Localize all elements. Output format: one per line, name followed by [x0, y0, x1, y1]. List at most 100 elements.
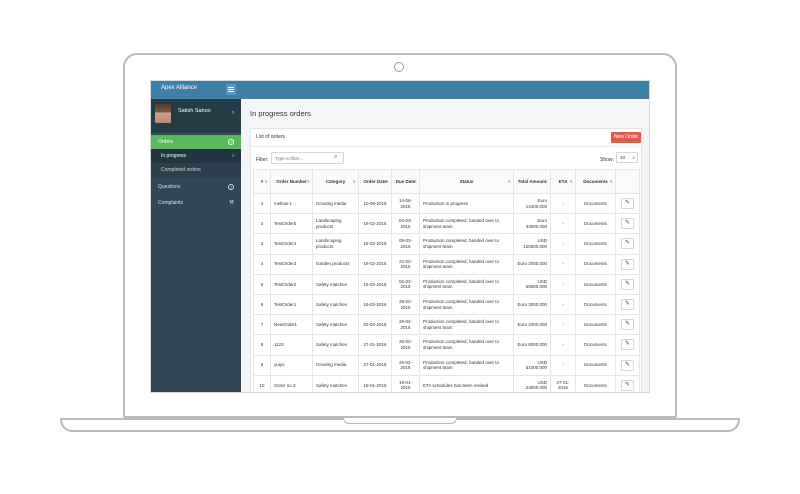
- status: Production completed, handed over to shi…: [419, 273, 514, 295]
- column-header[interactable]: ETA ⇅: [550, 169, 576, 194]
- laptop-notch: [343, 418, 457, 424]
- table-row[interactable]: 1 mellow-1 Growing media 10-06-2016 14-06-20…: [253, 192, 640, 215]
- documents-link[interactable]: Documents: [575, 213, 616, 235]
- table-row[interactable]: 6 TestOrder1 Safety matches 16-02-2016 29-02…: [253, 293, 640, 316]
- sidebar-item-complaints[interactable]: Complaints ⚒: [151, 196, 241, 210]
- documents-link[interactable]: Documents: [575, 192, 616, 215]
- sidebar-item-in-progress[interactable]: In progress ›: [151, 149, 241, 163]
- edit-pencil-icon[interactable]: ✎: [621, 198, 634, 210]
- sidebar-item-label: Completed orders: [161, 167, 201, 173]
- page-size-value: 10: [620, 155, 626, 160]
- edit-pencil-icon[interactable]: ✎: [621, 238, 634, 250]
- edit-pencil-icon[interactable]: ✎: [621, 359, 634, 371]
- documents-link[interactable]: Documents: [575, 354, 616, 376]
- user-profile[interactable]: Satish Sahoo ›: [151, 99, 241, 132]
- table-row[interactable]: 2 TestOrder5 Landscaping products 18-02-201…: [253, 213, 640, 235]
- status: Production completed, handed over to shi…: [419, 233, 514, 255]
- table-row[interactable]: 8 1123 Safety matches 27-01-2016 26-02-2016 P…: [253, 334, 640, 356]
- documents-link[interactable]: Documents: [575, 253, 616, 275]
- edit-pencil-icon[interactable]: ✎: [621, 319, 634, 331]
- eta: -: [550, 354, 576, 376]
- sidebar-item-label: Orders: [158, 139, 174, 145]
- actions-cell: ✎: [615, 192, 640, 215]
- order-date: 18-02-2016: [358, 233, 392, 255]
- documents-link[interactable]: Documents: [575, 314, 616, 336]
- status: Production completed, handed over to shi…: [419, 334, 514, 356]
- page-size-select[interactable]: 10 ∨: [616, 152, 638, 163]
- edit-pencil-icon[interactable]: ✎: [621, 299, 634, 311]
- sidebar-item-orders[interactable]: Orders ?: [151, 135, 241, 149]
- row-number: 7: [253, 314, 271, 336]
- actions-cell: ✎: [615, 354, 640, 376]
- edit-pencil-icon[interactable]: ✎: [621, 278, 634, 290]
- due-date: 22-02-2016: [391, 253, 420, 275]
- edit-pencil-icon[interactable]: ✎: [621, 258, 634, 270]
- sidebar-item-completed-orders[interactable]: Completed orders: [151, 163, 241, 177]
- column-header[interactable]: Documents ⇅: [575, 169, 616, 194]
- column-header[interactable]: Due Date ⇅: [391, 169, 420, 194]
- table-row[interactable]: 9 yuiyu Growing media 27-01-2016 25-02-2016 P…: [253, 354, 640, 376]
- order-number: 1123: [270, 334, 313, 356]
- column-header[interactable]: Order Date ⇅: [358, 169, 392, 194]
- row-number: 9: [253, 354, 271, 376]
- app-screen: Apex Alliance Satish Sahoo › Orders ? In…: [150, 80, 650, 393]
- hamburger-icon-line: [228, 91, 234, 92]
- documents-link[interactable]: Documents: [575, 233, 616, 255]
- category: Safety matches: [312, 273, 359, 295]
- camera-icon: [394, 62, 404, 72]
- new-order-button[interactable]: New Order: [611, 132, 641, 143]
- order-date: 27-01-2016: [358, 354, 392, 376]
- documents-link[interactable]: Documents: [575, 293, 616, 316]
- orders-table: # ⇅ Order Number ⇅ Category ⇅ Order Date ⇅ D…: [253, 169, 640, 392]
- row-number: 5: [253, 273, 271, 295]
- row-number: 3: [253, 233, 271, 255]
- due-date: 26-02-2016: [391, 334, 420, 356]
- due-date: 29-02-2016: [391, 314, 420, 336]
- menu-toggle-button[interactable]: [226, 84, 236, 95]
- table-row[interactable]: 10 Order no 3 Safety matches 18-01-2016 19-0…: [253, 374, 640, 392]
- total-amount: USD 23000.000: [513, 374, 551, 392]
- column-header[interactable]: Total Amount ⇅: [513, 169, 551, 194]
- order-number: TestOrder3: [270, 253, 313, 275]
- order-date: 18-02-2016: [358, 253, 392, 275]
- documents-link[interactable]: Documents: [575, 273, 616, 295]
- table-row[interactable]: 3 TestOrder4 Landscaping products 18-02-201…: [253, 233, 640, 255]
- eta: -: [550, 213, 576, 235]
- orders-table-body: 1 mellow-1 Growing media 10-06-2016 14-06-20…: [253, 192, 640, 392]
- column-header-actions: [615, 169, 640, 194]
- eta: -: [550, 192, 576, 215]
- table-row[interactable]: 5 TestOrder2 Safety matches 16-02-2016 02-03…: [253, 273, 640, 295]
- total-amount: USD 51000.000: [513, 354, 551, 376]
- row-number: 1: [253, 192, 271, 215]
- edit-pencil-icon[interactable]: ✎: [621, 339, 634, 351]
- documents-link[interactable]: Documents: [575, 374, 616, 392]
- column-header[interactable]: # ⇅: [253, 169, 271, 194]
- column-header-label: Order Date: [363, 178, 387, 184]
- edit-pencil-icon[interactable]: ✎: [621, 379, 634, 391]
- total-amount: Euro 2000.000: [513, 253, 551, 275]
- chevron-down-icon: ∨: [632, 155, 635, 160]
- category: Safety matches: [312, 374, 359, 392]
- sidebar-item-label: In progress: [161, 153, 187, 159]
- search-icon[interactable]: ⌕: [334, 154, 337, 161]
- wrench-icon: ⚒: [229, 200, 234, 206]
- category: Safety matches: [312, 314, 359, 336]
- category: Garden products: [312, 253, 359, 275]
- order-number: yuiyu: [270, 354, 313, 376]
- order-date: 16-02-2016: [358, 273, 392, 295]
- table-row[interactable]: 7 NewOrder1 Safety matches 02-02-2016 29-02-…: [253, 314, 640, 336]
- hamburger-icon: [228, 87, 234, 88]
- sort-icon: ⇅: [569, 179, 573, 184]
- table-row[interactable]: 4 TestOrder3 Garden products 18-02-2016 22-0…: [253, 253, 640, 275]
- total-amount: USD 120000.000: [513, 233, 551, 255]
- column-header[interactable]: Order Number ⇅: [270, 169, 313, 194]
- column-header[interactable]: Status ⇅: [419, 169, 514, 194]
- sidebar-item-questions[interactable]: Questions ?: [151, 180, 241, 194]
- sort-icon: ⇅: [352, 179, 356, 184]
- order-number: TestOrder4: [270, 233, 313, 255]
- documents-link[interactable]: Documents: [575, 334, 616, 356]
- column-header[interactable]: Category ⇅: [312, 169, 359, 194]
- edit-pencil-icon[interactable]: ✎: [621, 218, 634, 230]
- page-title: In progress orders: [250, 109, 311, 118]
- show-label: Show:: [600, 157, 614, 163]
